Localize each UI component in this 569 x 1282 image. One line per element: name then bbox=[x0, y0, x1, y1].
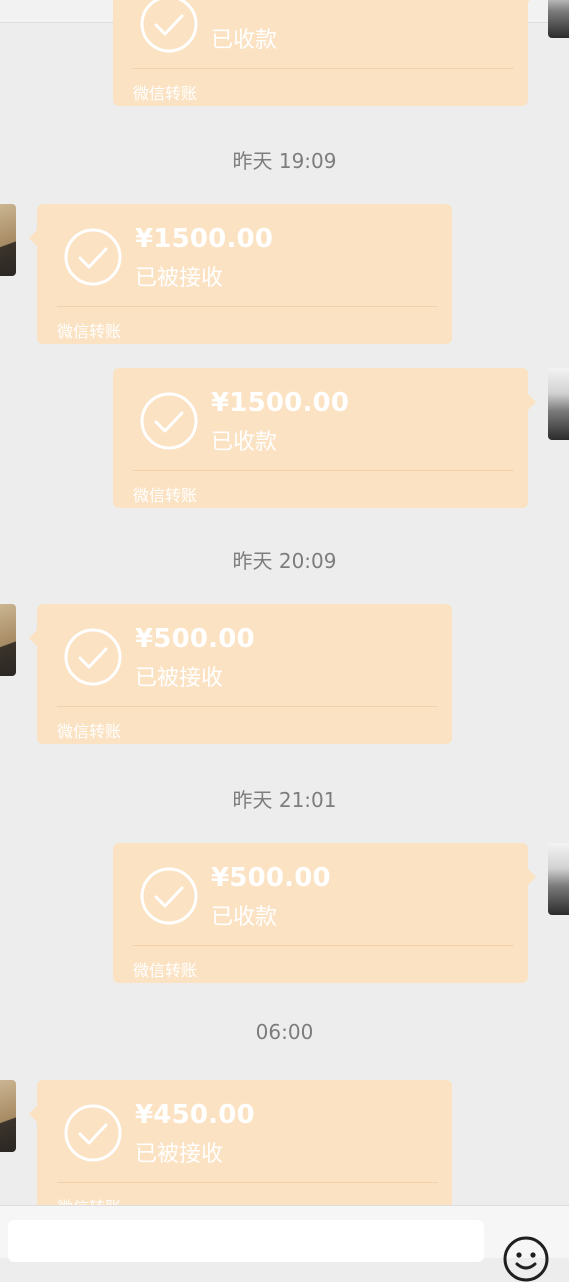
check-circle-icon bbox=[64, 1104, 122, 1162]
emoji-icon[interactable] bbox=[503, 1236, 549, 1282]
transfer-status: 已收款 bbox=[211, 28, 278, 53]
transfer-status: 已被接收 bbox=[135, 666, 224, 691]
divider bbox=[57, 1182, 438, 1183]
avatar-contact[interactable] bbox=[0, 1080, 16, 1152]
timestamp: 昨天 19:09 bbox=[232, 149, 337, 173]
transfer-amount: ¥1500.00 bbox=[211, 388, 350, 418]
divider bbox=[57, 306, 438, 307]
message-input[interactable] bbox=[8, 1220, 484, 1262]
transfer-footer: 微信转账 bbox=[57, 722, 122, 741]
transfer-bubble[interactable]: ¥500.00 已被接收 微信转账 bbox=[29, 604, 452, 744]
transfer-bubble[interactable]: ¥1500.00 已收款 微信转账 bbox=[113, 368, 536, 508]
check-circle-icon bbox=[140, 0, 198, 53]
input-bar bbox=[0, 1205, 569, 1282]
timestamp: 06:00 bbox=[255, 1020, 314, 1044]
check-circle-icon bbox=[64, 628, 122, 686]
transfer-amount: ¥500.00 bbox=[211, 863, 331, 893]
timestamp: 昨天 20:09 bbox=[232, 549, 337, 573]
transfer-amount: ¥500.00 bbox=[135, 624, 255, 654]
transfer-bubble[interactable]: ¥1500.00 已被接收 微信转账 bbox=[29, 204, 452, 344]
transfer-status: 已被接收 bbox=[135, 266, 224, 291]
avatar-self[interactable] bbox=[548, 843, 569, 915]
divider bbox=[57, 706, 438, 707]
transfer-bubble[interactable]: 已收款 微信转账 bbox=[113, 0, 536, 106]
transfer-status: 已收款 bbox=[211, 430, 278, 455]
transfer-status: 已被接收 bbox=[135, 1142, 224, 1167]
transfer-footer: 微信转账 bbox=[133, 84, 198, 103]
avatar-self[interactable] bbox=[548, 0, 569, 38]
transfer-amount: ¥1500.00 bbox=[135, 224, 274, 254]
divider bbox=[133, 470, 514, 471]
transfer-footer: 微信转账 bbox=[133, 486, 198, 505]
transfer-bubble[interactable]: ¥450.00 已被接收 微信转账 bbox=[29, 1080, 452, 1220]
divider bbox=[133, 68, 514, 69]
check-circle-icon bbox=[140, 392, 198, 450]
transfer-footer: 微信转账 bbox=[133, 961, 198, 980]
divider bbox=[133, 945, 514, 946]
transfer-amount: ¥450.00 bbox=[135, 1100, 255, 1130]
timestamp: 昨天 21:01 bbox=[232, 788, 337, 812]
transfer-bubble[interactable]: ¥500.00 已收款 微信转账 bbox=[113, 843, 536, 983]
check-circle-icon bbox=[140, 867, 198, 925]
check-circle-icon bbox=[64, 228, 122, 286]
avatar-contact[interactable] bbox=[0, 204, 16, 276]
avatar-contact[interactable] bbox=[0, 604, 16, 676]
transfer-status: 已收款 bbox=[211, 905, 278, 930]
transfer-footer: 微信转账 bbox=[57, 322, 122, 341]
avatar-self[interactable] bbox=[548, 368, 569, 440]
